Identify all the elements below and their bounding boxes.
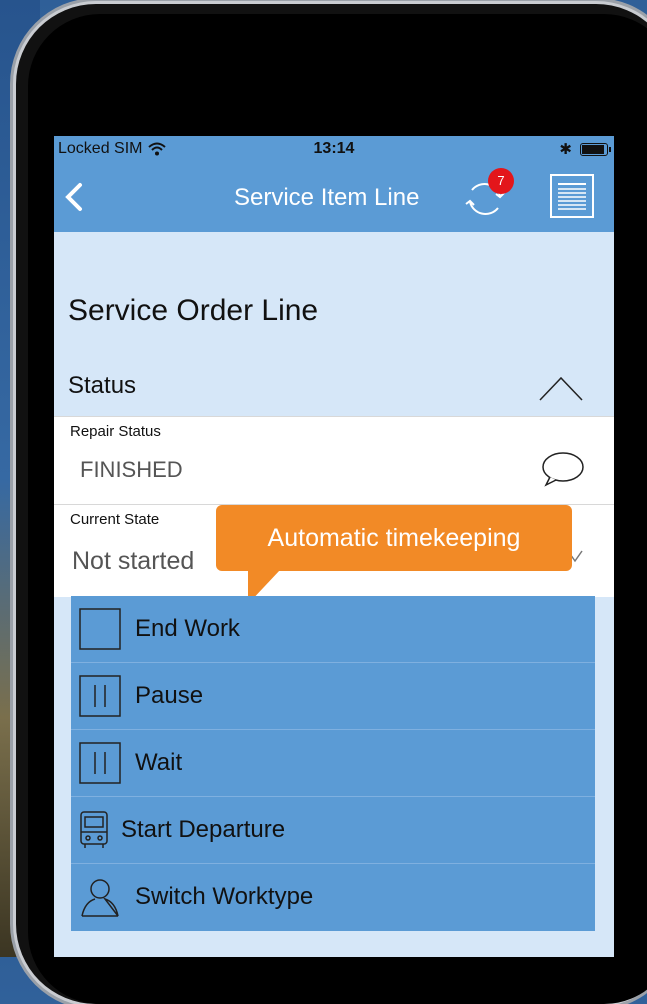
status-icons: ✱ [559,140,611,158]
comment-icon[interactable] [540,451,584,487]
current-state-label: Current State [70,511,160,528]
clock: 13:14 [313,140,355,157]
current-state-value: Not started [72,547,195,575]
pause-icon [79,675,121,717]
switch-worktype-label: Switch Worktype [135,883,314,910]
app-screen: Locked SIM 13:14 ✱ Service Item Line 7 S… [54,136,614,957]
switch-worktype-button[interactable]: Switch Worktype [71,864,595,930]
battery-icon [580,142,611,156]
pause-button[interactable]: Pause [71,663,595,730]
status-section-label: Status [68,372,137,399]
action-menu: End Work Pause Wait Start Departure Swit… [71,596,595,931]
repair-status-value: FINISHED [80,457,183,482]
start-departure-label: Start Departure [121,816,286,843]
square-icon [79,608,121,650]
timekeeping-tooltip: Automatic timekeeping [216,505,572,571]
list-menu-button[interactable] [550,174,594,218]
status-section-header[interactable]: Status [54,358,614,416]
start-departure-button[interactable]: Start Departure [71,797,595,864]
end-work-button[interactable]: End Work [71,596,595,663]
person-icon [81,879,119,917]
repair-status-field[interactable]: Repair Status FINISHED [54,416,614,505]
back-button[interactable] [62,182,86,212]
bluetooth-icon: ✱ [559,141,572,158]
nav-title: Service Item Line [234,184,420,211]
chevron-up-icon[interactable] [538,374,584,402]
pause-label: Pause [135,682,204,709]
bus-icon [80,811,108,848]
page-title: Service Order Line [68,294,319,327]
end-work-label: End Work [135,615,240,642]
repair-status-label: Repair Status [70,423,161,440]
pause-icon [79,742,121,784]
status-bar: Locked SIM 13:14 ✱ [54,136,614,162]
wait-button[interactable]: Wait [71,730,595,797]
wait-label: Wait [135,749,183,776]
nav-bar: Service Item Line 7 [54,162,614,232]
sync-badge: 7 [488,168,514,194]
